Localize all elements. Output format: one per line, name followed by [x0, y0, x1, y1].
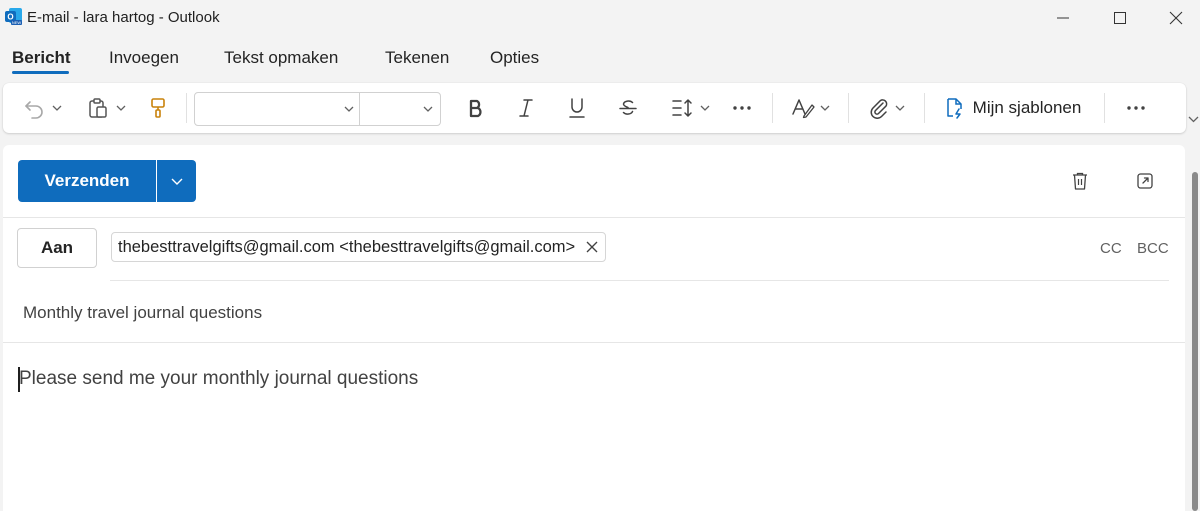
compose-pane: Verzenden Aan thebesttravelgifts@gmail.c…: [3, 145, 1185, 511]
chevron-down-icon: [423, 106, 433, 112]
more-icon: [733, 106, 751, 110]
chevron-down-icon: [344, 106, 354, 112]
bold-icon: [469, 99, 482, 118]
underline-icon: [569, 98, 585, 118]
divider: [1104, 93, 1105, 123]
font-name-select[interactable]: [194, 92, 360, 126]
close-icon: [1169, 11, 1183, 25]
my-templates-button[interactable]: Mijn sjablonen: [935, 83, 1091, 133]
window-title: E-mail - lara hartog - Outlook: [27, 9, 220, 26]
line-spacing-icon: [672, 99, 692, 117]
chevron-down-icon: [116, 105, 126, 111]
more-options-button[interactable]: [1121, 83, 1151, 133]
editor-button[interactable]: [783, 83, 839, 133]
bcc-button[interactable]: BCC: [1137, 240, 1169, 257]
send-button[interactable]: Verzenden: [18, 160, 156, 202]
active-tab-indicator: [12, 71, 69, 74]
subject-field[interactable]: Monthly travel journal questions: [23, 303, 262, 323]
divider: [924, 93, 925, 123]
minimize-button[interactable]: [1035, 0, 1091, 36]
line-spacing-button[interactable]: [663, 83, 719, 133]
templates-icon: [946, 98, 962, 119]
paste-button[interactable]: [81, 83, 133, 133]
chevron-down-icon: [171, 178, 182, 185]
chevron-down-icon: [700, 105, 710, 111]
attach-icon: [870, 99, 888, 119]
pop-out-icon: [1137, 173, 1153, 189]
remove-recipient-button[interactable]: [585, 240, 599, 254]
recipient-chip[interactable]: thebesttravelgifts@gmail.com <thebesttra…: [111, 232, 607, 262]
italic-button[interactable]: [511, 83, 541, 133]
editor-icon: [792, 99, 815, 119]
chevron-down-icon: [820, 105, 830, 111]
trash-icon: [1073, 172, 1087, 190]
my-templates-label: Mijn sjablonen: [972, 98, 1082, 117]
divider: [110, 280, 1169, 281]
divider: [186, 93, 187, 123]
close-icon: [586, 241, 598, 253]
chevron-down-icon: [52, 105, 62, 111]
cc-button[interactable]: CC: [1100, 240, 1122, 257]
font-size-select[interactable]: [359, 92, 441, 126]
discard-button[interactable]: [1068, 169, 1092, 193]
divider: [848, 93, 849, 123]
italic-icon: [519, 99, 533, 117]
svg-text:NEW: NEW: [12, 20, 22, 25]
divider: [772, 93, 773, 123]
paste-icon: [89, 98, 107, 118]
underline-button[interactable]: [562, 83, 592, 133]
ribbon-toolbar: Mijn sjablonen: [3, 83, 1186, 133]
format-painter-icon: [151, 98, 165, 118]
more-formatting-button[interactable]: [727, 83, 757, 133]
maximize-button[interactable]: [1092, 0, 1148, 36]
tab-tekst-opmaken[interactable]: Tekst opmaken: [224, 48, 338, 68]
recipient-address: thebesttravelgifts@gmail.com <thebesttra…: [118, 237, 576, 256]
close-button[interactable]: [1148, 0, 1200, 36]
title-bar: O NEW E-mail - lara hartog - Outlook: [0, 0, 1200, 36]
ribbon-tabs: Bericht Invoegen Tekst opmaken Tekenen O…: [0, 38, 1200, 78]
minimize-icon: [1057, 17, 1069, 19]
strikethrough-button[interactable]: [613, 83, 643, 133]
tab-opties[interactable]: Opties: [490, 48, 539, 68]
more-icon: [1127, 106, 1145, 110]
tab-bericht[interactable]: Bericht: [12, 48, 71, 68]
chevron-down-icon: [895, 105, 905, 111]
undo-button[interactable]: [17, 83, 69, 133]
send-options-button[interactable]: [157, 160, 196, 202]
tab-invoegen[interactable]: Invoegen: [109, 48, 179, 68]
outlook-new-icon: O NEW: [5, 8, 22, 25]
maximize-icon: [1114, 12, 1126, 24]
undo-icon: [25, 101, 43, 119]
divider: [3, 342, 1185, 343]
attach-file-button[interactable]: [859, 83, 915, 133]
message-body[interactable]: Please send me your monthly journal ques…: [19, 368, 418, 390]
pop-out-button[interactable]: [1133, 169, 1157, 193]
tab-tekenen[interactable]: Tekenen: [385, 48, 449, 68]
expand-ribbon-chevron-icon[interactable]: [1187, 112, 1200, 126]
divider: [3, 217, 1185, 218]
bold-button[interactable]: [461, 83, 491, 133]
format-painter-button[interactable]: [141, 83, 175, 133]
scrollbar[interactable]: [1192, 172, 1198, 511]
to-button[interactable]: Aan: [17, 228, 97, 268]
strikethrough-icon: [619, 100, 637, 115]
